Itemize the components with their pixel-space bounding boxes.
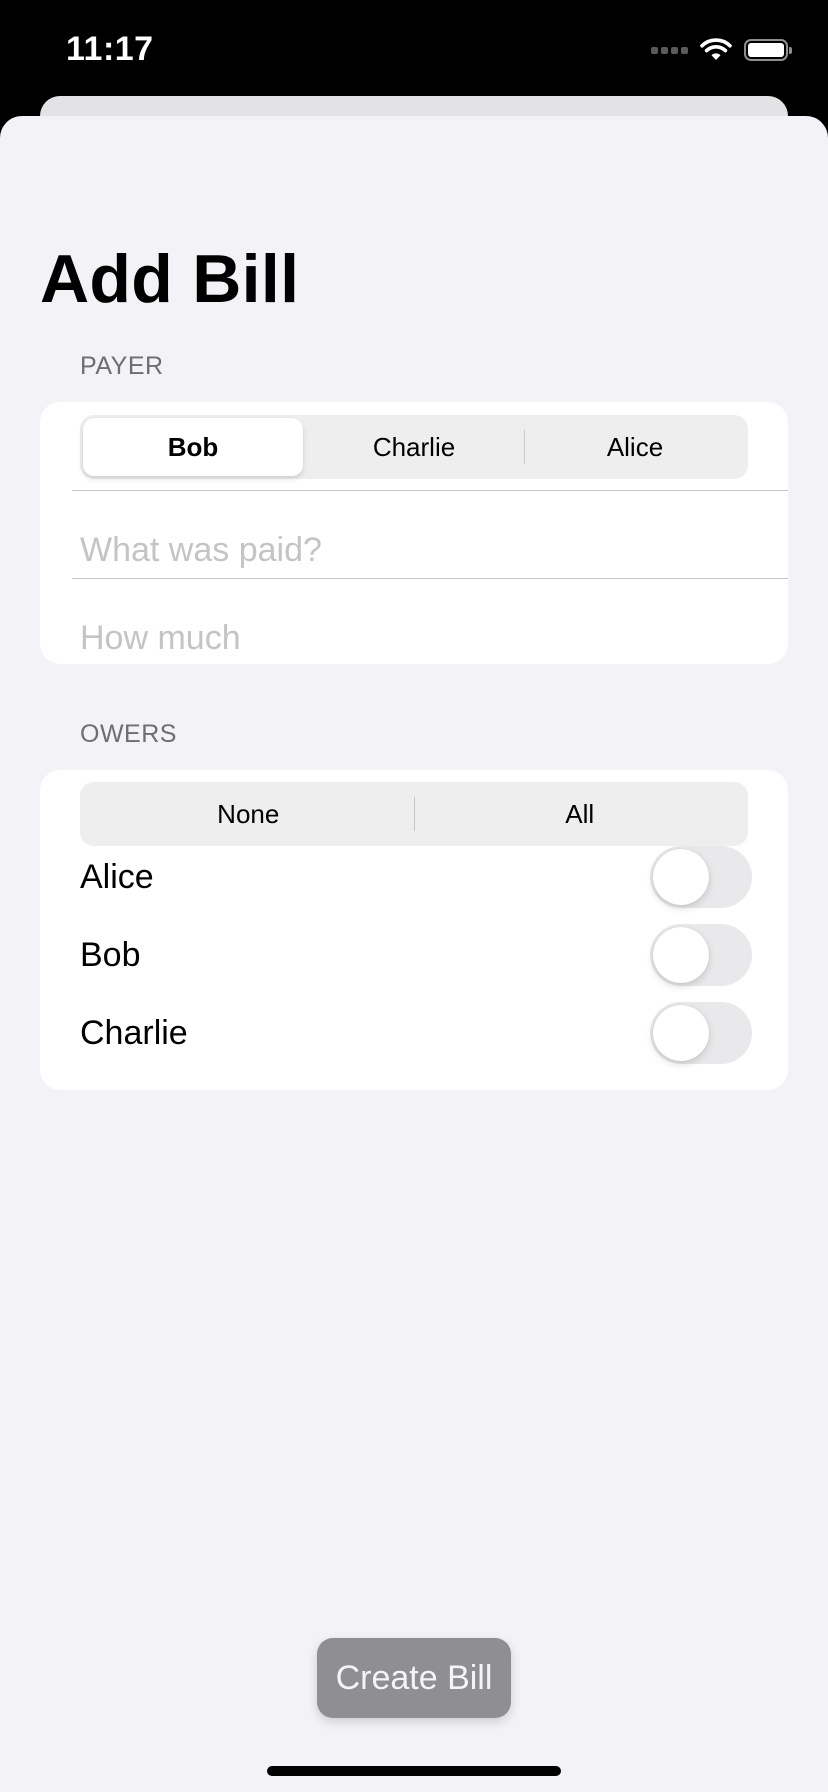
page-title: Add Bill: [40, 241, 300, 317]
create-bill-button[interactable]: Create Bill: [317, 1638, 511, 1718]
payer-segment-charlie[interactable]: Charlie: [304, 418, 524, 476]
payer-section-header: PAYER: [80, 352, 164, 380]
payer-group: Bob Charlie Alice: [40, 402, 788, 668]
owers-segmented-control: None All: [80, 782, 748, 846]
ower-toggle-charlie[interactable]: [650, 1002, 752, 1064]
amount-input[interactable]: [80, 608, 760, 668]
cellular-signal-icon: [651, 46, 688, 54]
owers-segment-none[interactable]: None: [83, 785, 414, 843]
toggle-knob: [653, 849, 709, 905]
battery-icon: [744, 39, 792, 61]
status-bar: 11:17: [0, 0, 828, 96]
payer-segmented-control: Bob Charlie Alice: [80, 415, 748, 479]
status-icons: [651, 36, 792, 64]
ower-row-bob: Bob: [80, 917, 752, 993]
home-indicator: [267, 1766, 561, 1776]
payer-segment-bob[interactable]: Bob: [83, 418, 303, 476]
ower-row-alice: Alice: [80, 839, 752, 915]
toggle-knob: [653, 927, 709, 983]
ower-label: Charlie: [80, 1013, 188, 1052]
status-time: 11:17: [66, 30, 154, 68]
ower-toggle-bob[interactable]: [650, 924, 752, 986]
payer-segment-alice[interactable]: Alice: [525, 418, 745, 476]
ower-label: Bob: [80, 935, 141, 974]
ower-label: Alice: [80, 857, 154, 896]
toggle-knob: [653, 1005, 709, 1061]
owers-segment-all[interactable]: All: [415, 785, 746, 843]
row-separator: [72, 490, 788, 491]
owers-group: None All Alice Bob Charlie: [40, 770, 788, 1090]
description-input[interactable]: [80, 520, 760, 580]
screen: 11:17 Add Bill PAYER Bob Charlie Alice W…: [0, 0, 828, 1792]
row-separator: [72, 578, 788, 579]
add-bill-sheet: Add Bill PAYER Bob Charlie Alice OWERS N…: [0, 116, 828, 1792]
owers-section-header: OWERS: [80, 720, 177, 748]
wifi-icon: [700, 38, 732, 60]
ower-toggle-alice[interactable]: [650, 846, 752, 908]
ower-row-charlie: Charlie: [80, 995, 752, 1071]
